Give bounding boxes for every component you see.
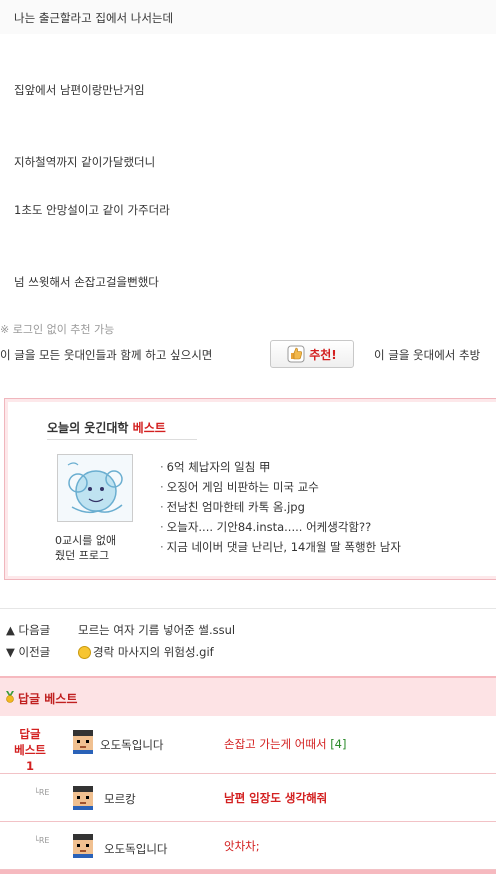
best-title-text: 오늘의 웃긴대학 [47, 421, 129, 435]
post-line-2: 집앞에서 남편이랑만난거임 [14, 83, 145, 97]
best-item[interactable]: 오늘자.... 기안84.insta..... 어케생각함?? [160, 517, 401, 537]
avatar-icon [73, 786, 93, 810]
reply-nickname[interactable]: 모르캉 [104, 791, 136, 807]
prev-post-link[interactable]: ▼ 이전글 경락 마사지의 위험성.gif [6, 644, 214, 660]
cartoon-thumbnail-image [58, 455, 132, 521]
avatar-icon [73, 730, 93, 754]
best-item[interactable]: 지금 네이버 댓글 난리난, 14개월 딸 폭행한 남자 [160, 537, 401, 557]
reply-text: 남편 입장도 생각해줘 [224, 791, 328, 805]
best-title-highlight: 베스트 [132, 421, 166, 435]
best-title: 오늘의 웃긴대학 베스트 [47, 419, 166, 436]
avatar-icon [73, 834, 93, 858]
post-line-4: 1초도 안망설이고 같이 가주더라 [14, 203, 170, 217]
reply-best-header: 답글 베스트 [0, 676, 496, 716]
reply-arrow-icon: └RE [34, 836, 50, 845]
medal-icon [6, 691, 14, 703]
thumbs-up-icon [287, 345, 305, 363]
reply-nickname[interactable]: 오도독입니다 [100, 737, 163, 753]
prev-post-title[interactable]: 경락 마사지의 위험성.gif [93, 644, 214, 660]
best-list: 6억 체납자의 일침 甲 오징어 게임 비판하는 미국 교수 전남친 엄마한테 … [160, 457, 401, 557]
reply-row: └RE 오도독입니다 앗차차; [0, 822, 496, 870]
reply-text: 손잡고 가는게 어때서 [4] [224, 736, 346, 752]
recommend-button-label: 추천! [309, 347, 337, 362]
best-thumbnail-caption[interactable]: 0교시를 없애 줬던 프로그 [55, 533, 116, 563]
login-free-note: ※ 로그인 없이 추천 가능 [0, 323, 115, 336]
post-line-3: 지하철역까지 같이가달랬더니 [14, 155, 156, 169]
recommend-row: 이 글을 모든 웃대인들과 함께 하고 싶으시면 추천! 이 글을 웃대에서 추… [0, 340, 496, 370]
best-item[interactable]: 오징어 게임 비판하는 미국 교수 [160, 477, 401, 497]
smiley-icon [78, 645, 91, 659]
best-box: 오늘의 웃긴대학 베스트 0교시를 없애 줬던 프로그 6억 체납자의 일침 甲… [4, 398, 496, 580]
recommend-text-before: 이 글을 모든 웃대인들과 함께 하고 싶으시면 [0, 348, 213, 362]
reply-arrow-icon: └RE [34, 788, 50, 797]
reply-row: └RE 모르캉 남편 입장도 생각해줘 [0, 774, 496, 822]
post-line-5: 넘 쓰윗해서 손잡고걸을뻔했다 [14, 275, 159, 289]
caption-line-2: 줬던 프로그 [55, 549, 110, 562]
best-item[interactable]: 6억 체납자의 일침 甲 [160, 457, 401, 477]
reply-count: [4] [330, 737, 347, 751]
caption-line-1: 0교시를 없애 [55, 534, 117, 547]
reply-nickname[interactable]: 오도독입니다 [104, 841, 167, 857]
reply-text: 앗차차; [224, 839, 260, 853]
reply-text-body: 손잡고 가는게 어때서 [224, 737, 327, 751]
next-post-link[interactable]: ▲ 다음글 모르는 여자 기름 넣어준 썰.ssul [6, 622, 235, 638]
reply-best-title: 답글 베스트 [18, 692, 78, 706]
best-title-divider [47, 439, 197, 440]
next-post-title[interactable]: 모르는 여자 기름 넣어준 썰.ssul [78, 622, 235, 638]
prev-post-label: ▼ 이전글 [6, 645, 51, 659]
recommend-button[interactable]: 추천! [270, 340, 354, 368]
best-label-line-2: 베스트1 [14, 743, 46, 773]
best-item[interactable]: 전남친 엄마한테 카톡 옴.jpg [160, 497, 401, 517]
post-line-1: 나는 출근할라고 집에서 나서는데 [14, 11, 174, 25]
next-post-label: ▲ 다음글 [6, 623, 51, 637]
best-thumbnail[interactable] [57, 454, 133, 522]
reply-best-label: 답글 베스트1 [14, 726, 46, 774]
reply-row: 답글 베스트1 오도독입니다 손잡고 가는게 어때서 [4] [0, 716, 496, 774]
recommend-text-after: 이 글을 웃대에서 추방 [374, 348, 481, 362]
bottom-divider [0, 870, 496, 874]
best-label-line-1: 답글 [19, 727, 41, 741]
divider [0, 608, 496, 609]
